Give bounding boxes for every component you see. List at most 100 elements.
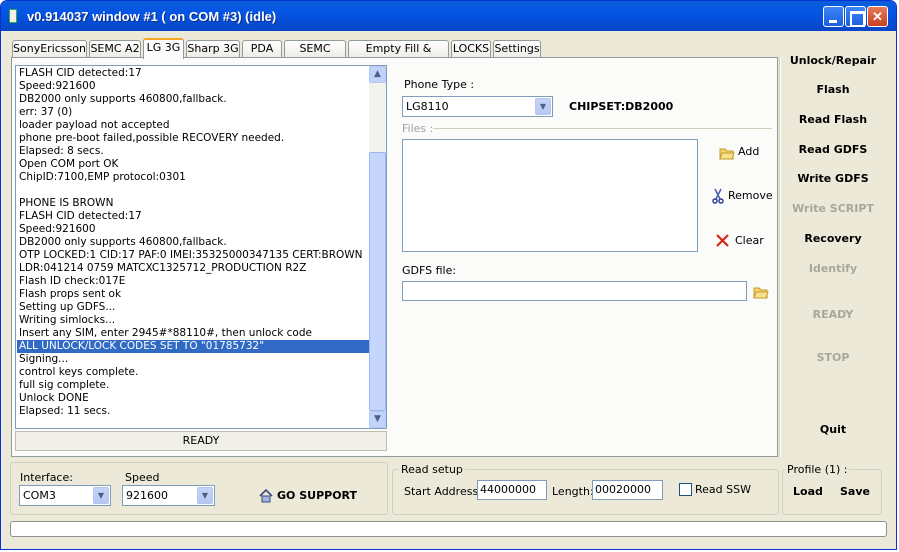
log-line: control keys complete. [19,366,139,378]
log-line: Setting up GDFS... [19,301,116,313]
load-profile-button[interactable]: Load [793,485,823,498]
files-label: Files : [402,122,434,135]
progress-bar [10,521,887,537]
log-line: loader payload not accepted [19,119,170,131]
add-file-button[interactable]: Add [717,144,777,162]
read-ssw-label: Read SSW [695,483,751,496]
log-line: OTP LOCKED:1 CID:17 PAF:0 IMEI:353250003… [19,249,363,261]
close-button[interactable]: ✕ [867,6,888,27]
chevron-down-icon[interactable]: ▼ [535,98,551,115]
tab-semc-a2[interactable]: SEMC A2 [89,40,141,58]
maximize-button[interactable] [845,6,866,27]
log-line: DB2000 only supports 460800,fallback. [19,236,227,248]
interface-select[interactable]: COM3 ▼ [19,485,111,506]
start-address-input[interactable]: 44000000 [477,480,547,500]
log-line: LDR:041214 0759 MATCXC1325712_PRODUCTION… [19,262,307,274]
chipset-label: CHIPSET:DB2000 [569,100,674,113]
log-line: Speed:921600 [19,223,96,235]
tab-empty-fill-repair[interactable]: Empty Fill & Repair [348,40,449,71]
files-divider [433,128,772,129]
phone-type-label: Phone Type : [404,78,475,91]
tab-sharp-3g[interactable]: Sharp 3G [186,40,240,58]
minimize-button[interactable] [823,6,844,27]
red-x-icon [716,234,729,247]
clear-files-button[interactable]: Clear [714,231,776,249]
log-scrollbar[interactable]: ▲ ▼ [369,66,386,428]
log-line: Flash props sent ok [19,288,122,300]
log-line: FLASH CID detected:17 [19,67,142,79]
side-divider [779,57,781,457]
stop-button[interactable]: STOP [783,351,883,364]
read-gdfs-button[interactable]: Read GDFS [783,143,883,156]
log-output[interactable]: FLASH CID detected:17 Speed:921600 DB2000 … [15,65,387,429]
speed-select[interactable]: 921600 ▼ [122,485,215,506]
home-icon [259,488,273,503]
log-line: DB2000 only supports 460800,fallback. [19,93,227,105]
scissors-icon [712,188,724,204]
speed-value: 921600 [126,489,168,502]
interface-value: COM3 [23,489,56,502]
length-input[interactable]: 00020000 [592,480,663,500]
tab-pda[interactable]: PDA [242,40,282,58]
main-window: v0.914037 window #1 ( on COM #3) (idle) … [0,0,897,550]
ready-indicator: READY [812,308,854,321]
write-script-button[interactable]: Write SCRIPT [783,202,883,215]
scroll-up-button[interactable]: ▲ [369,66,386,83]
app-icon [9,9,17,23]
quit-button[interactable]: Quit [783,423,883,436]
go-support-button[interactable]: GO SUPPORT [258,488,358,504]
tab-sonyericsson[interactable]: SonyEricsson [12,40,87,58]
save-profile-button[interactable]: Save [840,485,870,498]
gdfs-file-input[interactable] [402,281,747,301]
tab-locks[interactable]: LOCKS [451,40,491,58]
close-icon: ✕ [872,9,883,24]
phone-type-select[interactable]: LG8110 ▼ [402,96,553,117]
log-line: Flash ID check:017E [19,275,126,287]
unlock-repair-button[interactable]: Unlock/Repair [783,54,883,67]
phone-type-value: LG8110 [406,100,449,113]
log-line: Open COM port OK [19,158,119,170]
log-line: PHONE IS BROWN [19,197,114,209]
clear-label: Clear [735,234,764,247]
maximize-icon [846,7,865,27]
log-line: FLASH CID detected:17 [19,210,142,222]
flash-button[interactable]: Flash [783,83,883,96]
files-list[interactable] [402,139,698,252]
profile-label: Profile (1) : [785,463,850,476]
scroll-down-button[interactable]: ▼ [369,411,386,428]
log-line: Elapsed: 11 secs. [19,405,111,417]
write-gdfs-button[interactable]: Write GDFS [783,172,883,185]
read-ssw-checkbox[interactable] [679,483,692,496]
scroll-thumb[interactable] [369,152,386,411]
start-address-label: Start Address: [404,485,482,498]
log-line: ChipID:7100,EMP protocol:0301 [19,171,186,183]
speed-label: Speed [125,471,160,484]
tab-settings[interactable]: Settings [493,40,541,58]
identify-button[interactable]: Identify [783,262,883,275]
tab-lg-3g[interactable]: LG 3G [143,38,184,59]
window-title: v0.914037 window #1 ( on COM #3) (idle) [27,9,277,24]
browse-folder-icon[interactable] [753,285,769,299]
log-line-selected: ALL UNLOCK/LOCK CODES SET TO "01785732" [17,340,369,353]
log-line: Unlock DONE [19,392,89,404]
log-line: Insert any SIM, enter 2945#*88110#, then… [19,327,312,339]
log-line: phone pre-boot failed,possible RECOVERY … [19,132,285,144]
read-flash-button[interactable]: Read Flash [783,113,883,126]
log-line: full sig complete. [19,379,110,391]
chevron-down-icon[interactable]: ▼ [197,487,213,504]
tab-semc-odm[interactable]: SEMC ODM [284,40,346,71]
interface-label: Interface: [20,471,73,484]
go-support-label: GO SUPPORT [277,489,358,502]
chevron-down-icon[interactable]: ▼ [93,487,109,504]
log-status: READY [15,431,387,451]
remove-file-button[interactable]: Remove [711,187,777,205]
log-line: Speed:921600 [19,80,96,92]
gdfs-file-label: GDFS file: [402,264,457,277]
read-setup-label: Read setup [399,463,465,476]
recovery-button[interactable]: Recovery [783,232,883,245]
log-line: Signing... [19,353,69,365]
log-line: err: 37 (0) [19,106,73,118]
log-line: Elapsed: 8 secs. [19,145,104,157]
title-bar[interactable]: v0.914037 window #1 ( on COM #3) (idle) … [1,1,896,31]
minimize-icon [824,7,843,26]
